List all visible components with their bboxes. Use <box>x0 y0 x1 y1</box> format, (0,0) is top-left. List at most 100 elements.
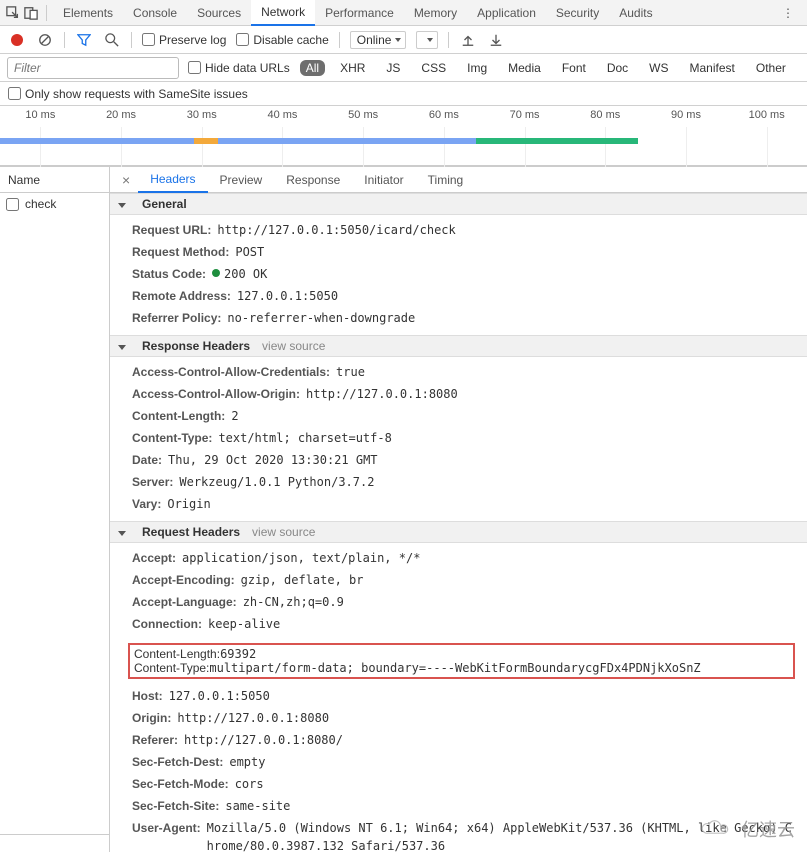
tab-label: Memory <box>414 6 457 20</box>
inspect-element-icon[interactable] <box>4 4 22 22</box>
request-row-checkbox[interactable] <box>6 198 19 211</box>
kv-val: cors <box>235 775 799 793</box>
type-filter-font[interactable]: Font <box>556 60 592 76</box>
kv-key: Referer: <box>132 731 178 749</box>
kv-val: same-site <box>225 797 799 815</box>
section-response-headers-toggle[interactable]: Response Headers view source <box>110 335 807 357</box>
device-toolbar-icon[interactable] <box>22 4 40 22</box>
disable-cache-label: Disable cache <box>253 33 328 47</box>
kv-val: http://127.0.0.1:5050/icard/check <box>217 221 799 239</box>
type-filter-css[interactable]: CSS <box>415 60 452 76</box>
kv-key: Content-Length: <box>132 407 225 425</box>
reqlist-footer <box>0 834 109 852</box>
section-request-headers-toggle[interactable]: Request Headers view source <box>110 521 807 543</box>
close-details-icon[interactable]: × <box>114 172 138 188</box>
type-filter-media[interactable]: Media <box>502 60 547 76</box>
kv-val: http://127.0.0.1:8080 <box>177 709 799 727</box>
clear-button[interactable] <box>36 31 54 49</box>
kv-key: User-Agent: <box>132 819 201 852</box>
tab-performance[interactable]: Performance <box>315 1 404 25</box>
hide-data-urls-checkbox[interactable]: Hide data URLs <box>188 61 290 75</box>
reqlist-header-name[interactable]: Name <box>0 167 109 193</box>
tab-application[interactable]: Application <box>467 1 546 25</box>
preserve-log-checkbox[interactable]: Preserve log <box>142 33 226 47</box>
dtab-initiator[interactable]: Initiator <box>352 168 415 192</box>
main-split: Name check × Headers Preview Response In… <box>0 166 807 852</box>
tick-label: 50 ms <box>323 109 404 121</box>
cloud-icon <box>699 819 735 839</box>
type-filter-img[interactable]: Img <box>461 60 493 76</box>
export-har-icon[interactable] <box>487 31 505 49</box>
tab-network[interactable]: Network <box>251 0 315 26</box>
kv-key: Accept: <box>132 549 176 567</box>
tab-console[interactable]: Console <box>123 1 187 25</box>
type-filter-ws[interactable]: WS <box>643 60 674 76</box>
dtab-headers[interactable]: Headers <box>138 167 207 193</box>
tab-memory[interactable]: Memory <box>404 1 467 25</box>
filter-input[interactable] <box>8 58 178 78</box>
kv-val: http://127.0.0.1:8080/ <box>184 731 799 749</box>
section-general: Request URL:http://127.0.0.1:5050/icard/… <box>110 215 807 335</box>
watermark-text: 亿速云 <box>741 816 795 842</box>
tab-elements[interactable]: Elements <box>53 1 123 25</box>
import-har-icon[interactable] <box>459 31 477 49</box>
search-icon[interactable] <box>103 31 121 49</box>
kv-val: 69392 <box>220 647 256 661</box>
dtab-timing[interactable]: Timing <box>416 168 476 192</box>
throttling-dropdown[interactable]: Online <box>350 31 407 49</box>
kv-key: Sec-Fetch-Dest: <box>132 753 223 771</box>
tick-label: 60 ms <box>404 109 485 121</box>
throttling-presets-dropdown[interactable] <box>416 31 438 49</box>
disable-cache-checkbox[interactable]: Disable cache <box>236 33 328 47</box>
samesite-checkbox[interactable]: Only show requests with SameSite issues <box>8 87 248 101</box>
kv-val: no-referrer-when-downgrade <box>227 309 799 327</box>
kv-val: 200 OK <box>212 265 799 283</box>
dtab-preview[interactable]: Preview <box>208 168 275 192</box>
filter-toggle-icon[interactable] <box>75 31 93 49</box>
type-filter-js[interactable]: JS <box>380 60 406 76</box>
network-overview-timeline[interactable]: 10 ms 20 ms 30 ms 40 ms 50 ms 60 ms 70 m… <box>0 106 807 166</box>
type-filter-manifest[interactable]: Manifest <box>684 60 741 76</box>
kv-key: Vary: <box>132 495 161 513</box>
request-row-name: check <box>25 197 56 211</box>
tab-label: Elements <box>63 6 113 20</box>
kv-val: 127.0.0.1:5050 <box>169 687 799 705</box>
tick-label: 40 ms <box>242 109 323 121</box>
chevron-down-icon <box>118 203 126 208</box>
type-filter-all[interactable]: All <box>300 60 325 76</box>
tab-label: Security <box>556 6 599 20</box>
kv-val: multipart/form-data; boundary=----WebKit… <box>209 661 700 675</box>
kv-val: empty <box>229 753 799 771</box>
kv-key: Content-Type: <box>134 661 209 675</box>
kv-key: Sec-Fetch-Site: <box>132 797 219 815</box>
type-filter-xhr[interactable]: XHR <box>334 60 371 76</box>
kv-val: POST <box>235 243 799 261</box>
type-filter-other[interactable]: Other <box>750 60 792 76</box>
devtools-main-tabs: Elements Console Sources Network Perform… <box>0 0 807 26</box>
settings-menu-icon[interactable]: ⋮ <box>779 4 797 22</box>
record-button[interactable] <box>8 31 26 49</box>
kv-key: Sec-Fetch-Mode: <box>132 775 229 793</box>
type-filter-doc[interactable]: Doc <box>601 60 634 76</box>
kv-key: Content-Length: <box>134 647 220 661</box>
kv-val: http://127.0.0.1:8080 <box>306 385 799 403</box>
preserve-log-label: Preserve log <box>159 33 226 47</box>
kv-val: text/html; charset=utf-8 <box>218 429 799 447</box>
view-source-link[interactable]: view source <box>252 525 315 539</box>
kv-key: Accept-Language: <box>132 593 237 611</box>
request-row[interactable]: check <box>0 193 109 215</box>
chevron-down-icon <box>118 531 126 536</box>
tab-sources[interactable]: Sources <box>187 1 251 25</box>
dtab-response[interactable]: Response <box>274 168 352 192</box>
tick-label: 20 ms <box>81 109 162 121</box>
kv-val: 2 <box>231 407 799 425</box>
tick-label: 100 ms <box>726 109 807 121</box>
tab-label: Audits <box>619 6 652 20</box>
kv-key: Remote Address: <box>132 287 231 305</box>
chevron-down-icon <box>118 345 126 350</box>
section-general-toggle[interactable]: General <box>110 193 807 215</box>
tab-security[interactable]: Security <box>546 1 609 25</box>
section-response-headers: Access-Control-Allow-Credentials:true Ac… <box>110 357 807 521</box>
view-source-link[interactable]: view source <box>262 339 325 353</box>
tab-audits[interactable]: Audits <box>609 1 662 25</box>
